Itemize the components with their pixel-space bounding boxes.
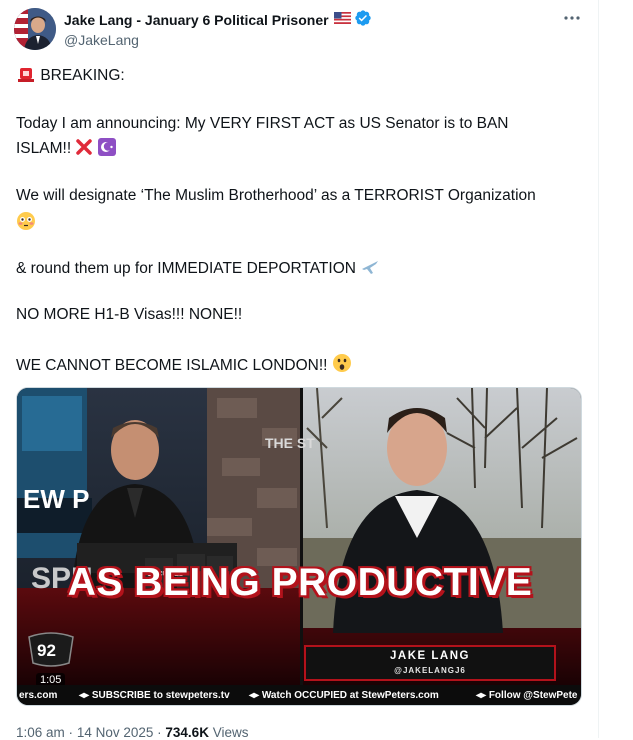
tweet-line-roundup: & round them up for IMMEDIATE DEPORTATIO… [16, 258, 586, 282]
tweet-line-breaking: BREAKING: [16, 65, 586, 89]
verified-badge-icon[interactable] [354, 9, 372, 32]
announce-ban-text: ISLAM!! [16, 140, 72, 157]
airplane-emoji [360, 258, 380, 282]
timeline-divider [598, 0, 599, 738]
tweet-line-london: WE CANNOT BECOME ISLAMIC LONDON!! [16, 353, 586, 379]
channel-logo: 92 [25, 629, 77, 669]
author-name-row: Jake Lang - January 6 Political Prisoner [64, 9, 372, 32]
news-ticker: ers.com ◂▸ SUBSCRIBE to stewpeters.tv ◂▸… [17, 685, 581, 705]
more-dots-icon [564, 16, 580, 20]
ticker-item-subscribe: ◂▸ SUBSCRIBE to stewpeters.tv [79, 690, 230, 701]
us-flag-icon [333, 11, 351, 29]
cross-mark-emoji [75, 138, 93, 162]
flushed-face-emoji [16, 211, 36, 237]
more-options-button[interactable] [561, 8, 583, 28]
crescent-emoji [97, 138, 116, 162]
tweet-line-designate-emoji [16, 211, 586, 237]
video-player[interactable]: EW P THE ST OCCUPIED SPN AS BEING PRODUC… [16, 387, 582, 706]
tweet-line-announce-1: Today I am announcing: My VERY FIRST ACT… [16, 115, 509, 132]
guest-nameplate: JAKE LANG @JAKELANGJ6 [305, 646, 555, 680]
astonished-face-emoji [332, 353, 352, 379]
author-handle[interactable]: @JakeLang [64, 32, 139, 48]
ticker-item-watch: ◂▸ Watch OCCUPIED at StewPeters.com [249, 690, 439, 701]
tweet-line-designate: We will designate ‘The Muslim Brotherhoo… [16, 187, 536, 204]
backdrop-text: THE ST [265, 435, 315, 451]
studio-sign-text: EW P [23, 484, 89, 514]
nameplate-handle: @JAKELANGJ6 [394, 666, 466, 675]
avatar-image [14, 8, 56, 50]
london-text: WE CANNOT BECOME ISLAMIC LONDON!! [16, 357, 328, 374]
video-caption: AS BEING PRODUCTIVE [67, 561, 533, 604]
tweet-line-visas: NO MORE H1-B Visas!!! NONE!! [16, 306, 243, 323]
nameplate-name: JAKE LANG [390, 650, 470, 662]
avatar[interactable] [14, 8, 56, 50]
svg-text:92: 92 [37, 641, 56, 660]
ticker-item-follow: ◂▸ Follow @StewPete [476, 690, 578, 701]
police-light-emoji [16, 65, 36, 89]
breaking-label: BREAKING: [40, 67, 125, 84]
ticker-left-fragment: ers.com [19, 690, 58, 701]
author-display-name[interactable]: Jake Lang - January 6 Political Prisoner [64, 12, 329, 28]
tweet-line-announce-2: ISLAM!! [16, 138, 586, 162]
roundup-text: & round them up for IMMEDIATE DEPORTATIO… [16, 260, 356, 277]
